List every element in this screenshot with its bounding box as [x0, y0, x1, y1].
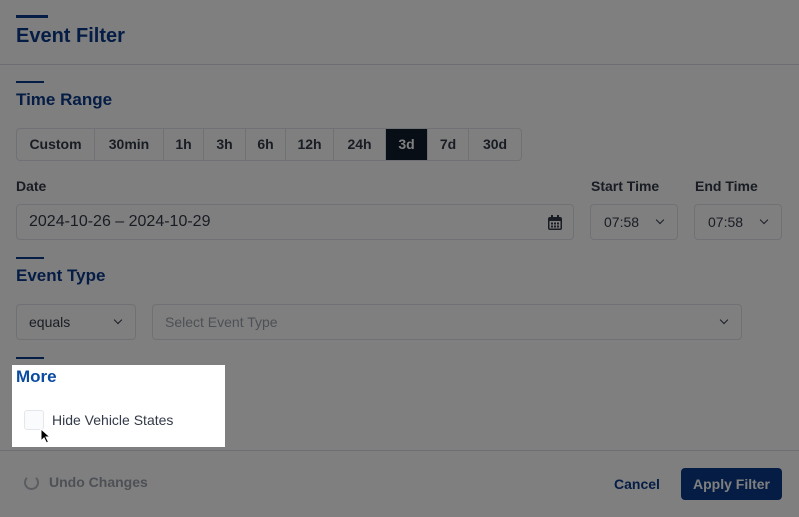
operator-select[interactable]: equals	[16, 304, 136, 340]
time-range-segmented-control: Custom 30min 1h 3h 6h 12h 24h 3d 7d 30d	[16, 128, 522, 161]
undo-changes-button[interactable]: Undo Changes	[24, 474, 148, 490]
cancel-button[interactable]: Cancel	[614, 476, 660, 492]
start-time-select[interactable]: 07:58	[590, 204, 678, 240]
time-range-option-30min[interactable]: 30min	[95, 129, 164, 160]
more-title: More	[16, 367, 57, 386]
time-range-option-1h[interactable]: 1h	[164, 129, 204, 160]
chevron-down-icon	[655, 215, 665, 225]
time-range-option-custom[interactable]: Custom	[17, 129, 95, 160]
undo-changes-label: Undo Changes	[49, 474, 148, 490]
date-range-input[interactable]: 2024-10-26 – 2024-10-29	[16, 204, 574, 240]
time-range-option-3d[interactable]: 3d	[386, 129, 428, 160]
time-range-option-6h[interactable]: 6h	[246, 129, 286, 160]
start-time-value: 07:58	[604, 214, 640, 230]
divider	[0, 64, 799, 65]
section-accent	[16, 81, 44, 83]
calendar-icon[interactable]	[547, 215, 563, 231]
footer-divider	[0, 450, 799, 451]
date-range-value: 2024-10-26 – 2024-10-29	[29, 213, 211, 230]
time-range-option-30d[interactable]: 30d	[469, 129, 521, 160]
chevron-down-icon	[113, 315, 123, 325]
event-type-placeholder: Select Event Type	[165, 314, 278, 330]
event-type-select[interactable]: Select Event Type	[152, 304, 742, 340]
time-range-option-3h[interactable]: 3h	[204, 129, 246, 160]
apply-filter-button[interactable]: Apply Filter	[681, 468, 782, 500]
date-label: Date	[16, 178, 47, 194]
chevron-down-icon	[759, 215, 769, 225]
time-range-option-12h[interactable]: 12h	[286, 129, 334, 160]
start-time-label: Start Time	[591, 178, 660, 194]
more-section-highlight: More Hide Vehicle States	[12, 365, 225, 447]
end-time-label: End Time	[695, 178, 758, 194]
time-range-title: Time Range	[16, 90, 113, 109]
chevron-down-icon	[719, 315, 729, 325]
mouse-cursor-icon	[40, 428, 52, 444]
end-time-select[interactable]: 07:58	[694, 204, 782, 240]
hide-vehicle-states-checkbox[interactable]	[24, 410, 44, 430]
operator-value: equals	[29, 314, 71, 330]
modal-title: Event Filter	[16, 25, 125, 47]
section-accent	[16, 257, 44, 259]
time-range-option-7d[interactable]: 7d	[428, 129, 469, 160]
time-range-option-24h[interactable]: 24h	[334, 129, 386, 160]
end-time-value: 07:58	[708, 214, 744, 230]
event-type-title: Event Type	[16, 266, 106, 285]
section-accent	[16, 357, 44, 359]
title-accent	[16, 15, 48, 18]
hide-vehicle-states-label[interactable]: Hide Vehicle States	[52, 412, 173, 428]
undo-icon	[24, 474, 39, 490]
